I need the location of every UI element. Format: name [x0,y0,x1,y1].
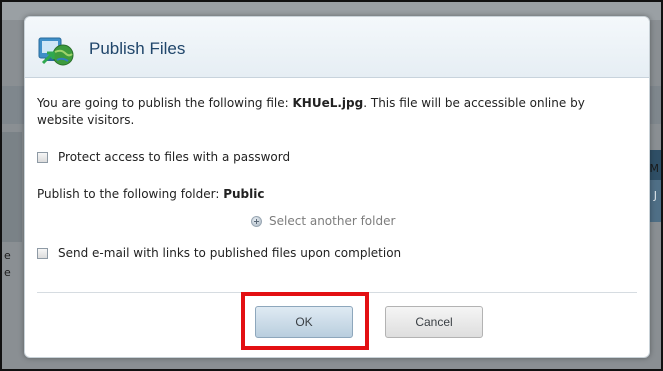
background-text: M [649,162,660,175]
select-another-folder-link[interactable]: Select another folder [251,214,395,228]
dialog-header: Publish Files [25,17,649,78]
message-prefix: You are going to publish the following f… [37,96,293,110]
screenshot-frame: M J e e Publish Files You are going to p… [0,0,663,371]
publish-globe-icon [37,35,77,67]
folder-label: Publish to the following folder: [37,187,220,201]
password-protect-option[interactable]: Protect access to files with a password [37,150,290,164]
select-folder-label[interactable]: Select another folder [269,214,395,228]
dialog-title: Publish Files [89,39,186,58]
publish-folder-row: Publish to the following folder: Public [37,187,265,201]
plus-circle-icon[interactable] [251,215,262,227]
password-checkbox-label[interactable]: Protect access to files with a password [58,150,290,164]
password-checkbox[interactable] [37,151,48,163]
email-checkbox-label[interactable]: Send e-mail with links to published file… [58,246,401,260]
email-links-option[interactable]: Send e-mail with links to published file… [37,246,401,260]
cancel-button[interactable]: Cancel [385,306,483,338]
background-app-left [2,132,22,242]
publish-message: You are going to publish the following f… [37,95,627,129]
folder-value: Public [223,187,265,201]
background-text: J [653,189,657,202]
background-text: e [4,249,11,262]
file-name: KHUeL.jpg [292,96,364,110]
email-checkbox[interactable] [37,247,48,259]
publish-files-dialog: Publish Files You are going to publish t… [24,16,650,358]
ok-button[interactable]: OK [255,306,353,338]
background-text: e [4,266,11,279]
